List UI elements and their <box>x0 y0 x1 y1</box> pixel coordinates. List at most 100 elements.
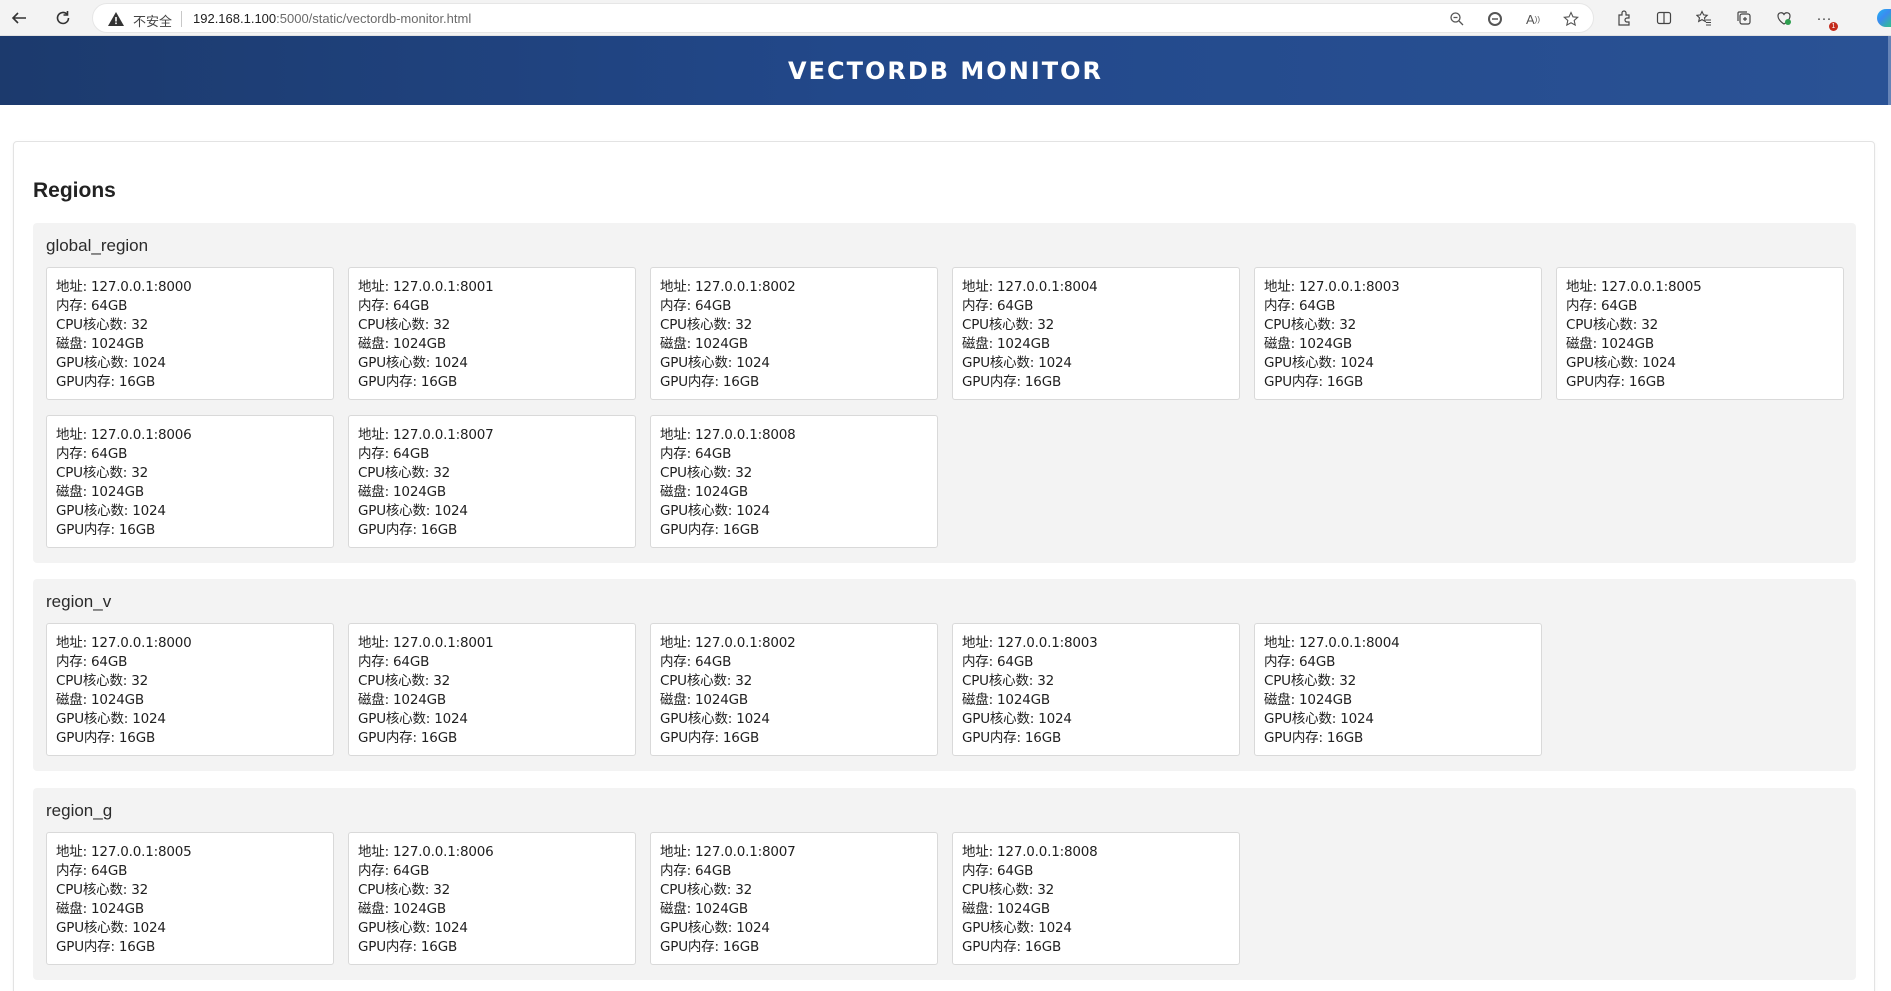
node-memory: 内存: 64GB <box>56 863 128 879</box>
insecure-label[interactable]: 不安全 <box>133 11 172 30</box>
node-cpu-cores: CPU核心数: 32 <box>1264 317 1356 333</box>
node-address: 地址: 127.0.0.1:8006 <box>358 844 494 860</box>
favorites-icon[interactable] <box>1692 7 1716 29</box>
node-gpu-cores: GPU核心数: 1024 <box>660 503 770 519</box>
node-cpu-cores: CPU核心数: 32 <box>56 882 148 898</box>
node-disk: 磁盘: 1024GB <box>56 901 144 917</box>
copilot-icon[interactable] <box>1877 9 1891 27</box>
node-gpu-cores: GPU核心数: 1024 <box>962 355 1072 371</box>
node-memory: 内存: 64GB <box>660 298 732 314</box>
node-cpu-cores: CPU核心数: 32 <box>660 465 752 481</box>
node-disk: 磁盘: 1024GB <box>1264 692 1352 708</box>
address-bar[interactable]: 不安全 192.168.1.100:5000/static/vectordb-m… <box>92 3 1594 33</box>
extensions-icon[interactable] <box>1612 7 1636 29</box>
url-text[interactable]: 192.168.1.100:5000/static/vectordb-monit… <box>193 11 471 26</box>
node-disk: 磁盘: 1024GB <box>660 692 748 708</box>
node-card: 地址: 127.0.0.1:8004 内存: 64GB CPU核心数: 32 磁盘: … <box>1254 623 1542 756</box>
node-cpu-cores: CPU核心数: 32 <box>358 882 450 898</box>
node-cpu-cores: CPU核心数: 32 <box>1264 673 1356 689</box>
edge-refresh-icon[interactable] <box>1483 8 1507 30</box>
node-card: 地址: 127.0.0.1:8001 内存: 64GB CPU核心数: 32 磁盘: … <box>348 623 636 756</box>
node-address: 地址: 127.0.0.1:8005 <box>1566 279 1702 295</box>
separator <box>181 11 182 27</box>
node-gpu-cores: GPU核心数: 1024 <box>1566 355 1676 371</box>
node-card: 地址: 127.0.0.1:8002 内存: 64GB CPU核心数: 32 磁盘: … <box>650 267 938 400</box>
node-cpu-cores: CPU核心数: 32 <box>962 673 1054 689</box>
collections-icon[interactable] <box>1732 7 1756 29</box>
node-memory: 内存: 64GB <box>1264 298 1336 314</box>
node-disk: 磁盘: 1024GB <box>660 901 748 917</box>
node-memory: 内存: 64GB <box>358 654 430 670</box>
node-memory: 内存: 64GB <box>1264 654 1336 670</box>
refresh-icon[interactable] <box>50 5 76 31</box>
node-card: 地址: 127.0.0.1:8004 内存: 64GB CPU核心数: 32 磁盘: … <box>952 267 1240 400</box>
split-screen-icon[interactable] <box>1652 7 1676 29</box>
node-memory: 内存: 64GB <box>660 654 732 670</box>
node-card: 地址: 127.0.0.1:8000 内存: 64GB CPU核心数: 32 磁盘: … <box>46 623 334 756</box>
node-gpu-memory: GPU内存: 16GB <box>660 939 760 955</box>
node-cpu-cores: CPU核心数: 32 <box>358 465 450 481</box>
node-address: 地址: 127.0.0.1:8001 <box>358 279 494 295</box>
region-name: region_g <box>46 801 113 820</box>
node-gpu-memory: GPU内存: 16GB <box>962 939 1062 955</box>
node-disk: 磁盘: 1024GB <box>56 336 144 352</box>
node-address: 地址: 127.0.0.1:8006 <box>56 427 192 443</box>
node-disk: 磁盘: 1024GB <box>1264 336 1352 352</box>
node-gpu-cores: GPU核心数: 1024 <box>962 711 1072 727</box>
node-gpu-cores: GPU核心数: 1024 <box>358 503 468 519</box>
warning-icon[interactable] <box>107 10 125 28</box>
favorite-star-icon[interactable] <box>1559 8 1583 30</box>
node-memory: 内存: 64GB <box>56 298 128 314</box>
node-gpu-memory: GPU内存: 16GB <box>660 730 760 746</box>
region-card: region_g 地址: 127.0.0.1:8005 内存: 64GB CPU核心… <box>33 788 1856 980</box>
node-address: 地址: 127.0.0.1:8005 <box>56 844 192 860</box>
node-gpu-memory: GPU内存: 16GB <box>358 730 458 746</box>
node-card: 地址: 127.0.0.1:8006 内存: 64GB CPU核心数: 32 磁盘: … <box>348 832 636 965</box>
node-disk: 磁盘: 1024GB <box>56 692 144 708</box>
node-memory: 内存: 64GB <box>660 863 732 879</box>
node-gpu-memory: GPU内存: 16GB <box>56 522 156 538</box>
node-disk: 磁盘: 1024GB <box>1566 336 1654 352</box>
node-gpu-memory: GPU内存: 16GB <box>1264 374 1364 390</box>
node-memory: 内存: 64GB <box>962 298 1034 314</box>
node-gpu-cores: GPU核心数: 1024 <box>1264 711 1374 727</box>
more-icon[interactable]: ··· 1 <box>1812 7 1838 31</box>
region-name: region_v <box>46 592 112 611</box>
node-gpu-memory: GPU内存: 16GB <box>358 374 458 390</box>
node-gpu-cores: GPU核心数: 1024 <box>660 711 770 727</box>
node-gpu-memory: GPU内存: 16GB <box>56 374 156 390</box>
zoom-out-icon[interactable] <box>1445 8 1469 30</box>
node-gpu-memory: GPU内存: 16GB <box>1566 374 1666 390</box>
node-cpu-cores: CPU核心数: 32 <box>56 673 148 689</box>
node-memory: 内存: 64GB <box>358 446 430 462</box>
node-gpu-memory: GPU内存: 16GB <box>56 730 156 746</box>
back-icon[interactable] <box>6 5 32 31</box>
node-gpu-memory: GPU内存: 16GB <box>660 522 760 538</box>
node-gpu-cores: GPU核心数: 1024 <box>56 503 166 519</box>
node-disk: 磁盘: 1024GB <box>660 484 748 500</box>
browser-essentials-icon[interactable] <box>1772 7 1796 29</box>
node-gpu-cores: GPU核心数: 1024 <box>56 711 166 727</box>
read-aloud-icon[interactable]: A)) <box>1521 8 1545 30</box>
node-card: 地址: 127.0.0.1:8002 内存: 64GB CPU核心数: 32 磁盘: … <box>650 623 938 756</box>
node-cpu-cores: CPU核心数: 32 <box>962 317 1054 333</box>
node-memory: 内存: 64GB <box>358 298 430 314</box>
node-address: 地址: 127.0.0.1:8004 <box>962 279 1098 295</box>
node-cpu-cores: CPU核心数: 32 <box>56 465 148 481</box>
node-gpu-cores: GPU核心数: 1024 <box>56 355 166 371</box>
node-gpu-cores: GPU核心数: 1024 <box>358 355 468 371</box>
region-card: global_region 地址: 127.0.0.1:8000 内存: 64GB… <box>33 223 1856 563</box>
url-path: :5000/static/vectordb-monitor.html <box>276 11 472 26</box>
node-disk: 磁盘: 1024GB <box>358 901 446 917</box>
node-address: 地址: 127.0.0.1:8008 <box>660 427 796 443</box>
node-card: 地址: 127.0.0.1:8007 内存: 64GB CPU核心数: 32 磁盘: … <box>348 415 636 548</box>
node-card: 地址: 127.0.0.1:8006 内存: 64GB CPU核心数: 32 磁盘: … <box>46 415 334 548</box>
node-cpu-cores: CPU核心数: 32 <box>660 317 752 333</box>
node-cpu-cores: CPU核心数: 32 <box>660 673 752 689</box>
node-disk: 磁盘: 1024GB <box>660 336 748 352</box>
node-cpu-cores: CPU核心数: 32 <box>56 317 148 333</box>
node-cpu-cores: CPU核心数: 32 <box>358 317 450 333</box>
node-gpu-cores: GPU核心数: 1024 <box>1264 355 1374 371</box>
node-grid: 地址: 127.0.0.1:8005 内存: 64GB CPU核心数: 32 磁盘: … <box>46 832 1844 965</box>
node-gpu-cores: GPU核心数: 1024 <box>660 355 770 371</box>
